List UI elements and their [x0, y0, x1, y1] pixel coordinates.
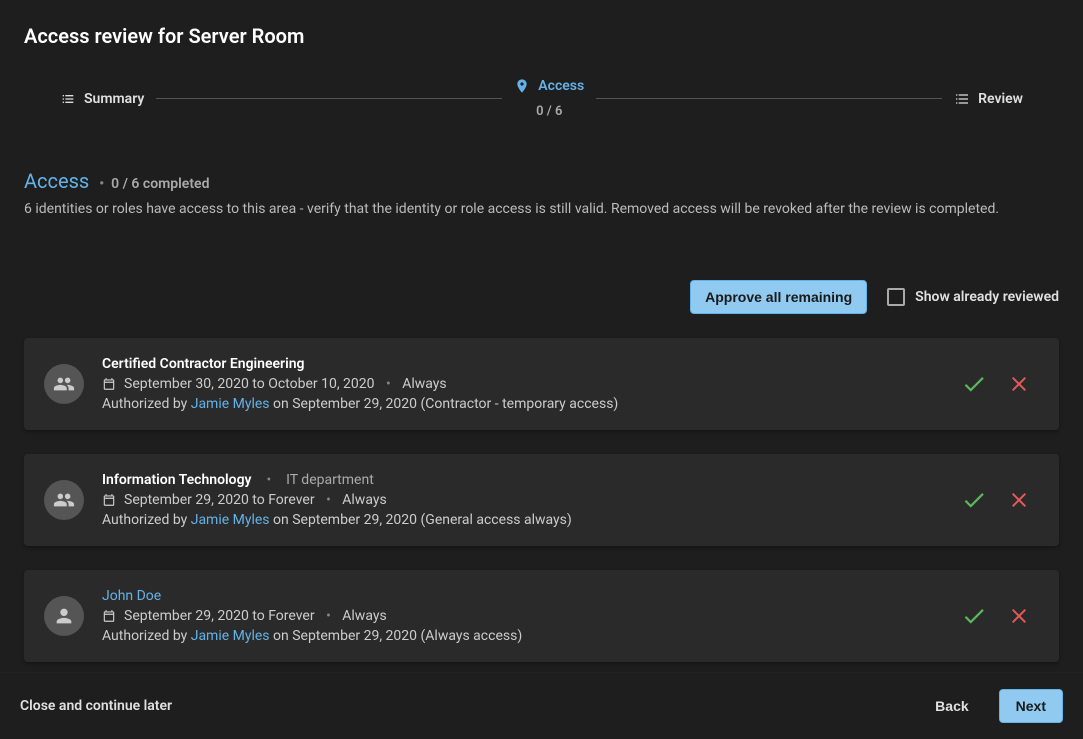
authorizer-link[interactable]: Jamie Myles — [191, 628, 270, 644]
card-date-range: September 29, 2020 to Forever — [124, 608, 315, 624]
group-icon — [44, 480, 84, 520]
close-continue-link[interactable]: Close and continue later — [20, 698, 172, 714]
next-button[interactable]: Next — [999, 689, 1063, 723]
card-authorization: Authorized by Jamie Myles on September 2… — [102, 396, 943, 412]
pin-icon — [514, 78, 530, 94]
card-date-range: September 29, 2020 to Forever — [124, 492, 315, 508]
access-card: John DoeSeptember 29, 2020 to Forever • … — [24, 570, 1059, 662]
calendar-icon — [102, 377, 116, 391]
card-title[interactable]: John Doe — [102, 588, 161, 604]
step-divider — [596, 98, 942, 99]
card-authorization: Authorized by Jamie Myles on September 2… — [102, 628, 943, 644]
checkbox-icon — [887, 288, 905, 306]
back-button[interactable]: Back — [921, 690, 982, 722]
section-description: 6 identities or roles have access to thi… — [24, 199, 1059, 220]
page-title: Access review for Server Room — [24, 24, 1059, 48]
access-card: Certified Contractor Engineering Septembe… — [24, 338, 1059, 430]
show-reviewed-label: Show already reviewed — [915, 289, 1059, 305]
step-review-label: Review — [978, 91, 1023, 107]
calendar-icon — [102, 609, 116, 623]
step-summary[interactable]: Summary — [60, 91, 144, 107]
step-summary-label: Summary — [84, 91, 144, 107]
section-subtitle: • 0 / 6 completed — [99, 176, 209, 192]
person-icon — [44, 596, 84, 636]
card-subtitle: IT department — [286, 472, 374, 488]
step-review[interactable]: Review — [954, 91, 1023, 107]
card-title: Information Technology — [102, 472, 252, 488]
approve-button[interactable] — [961, 603, 987, 629]
checklist-icon — [954, 91, 970, 107]
card-schedule: Always — [402, 376, 446, 392]
calendar-icon — [102, 493, 116, 507]
step-access-label: Access — [538, 78, 584, 94]
reject-button[interactable] — [1007, 603, 1031, 629]
show-reviewed-checkbox[interactable]: Show already reviewed — [887, 288, 1059, 306]
group-icon — [44, 364, 84, 404]
step-access[interactable]: Access — [514, 78, 584, 94]
card-schedule: Always — [342, 492, 386, 508]
approve-button[interactable] — [961, 487, 987, 513]
approve-all-button[interactable]: Approve all remaining — [690, 280, 867, 314]
card-date-range: September 30, 2020 to October 10, 2020 — [124, 376, 375, 392]
access-card: Information Technology • IT departmentSe… — [24, 454, 1059, 546]
section-title: Access — [24, 169, 89, 193]
card-authorization: Authorized by Jamie Myles on September 2… — [102, 512, 943, 528]
step-access-counter: 0 / 6 — [536, 104, 562, 119]
card-title: Certified Contractor Engineering — [102, 356, 305, 372]
authorizer-link[interactable]: Jamie Myles — [191, 512, 270, 528]
list-icon — [60, 91, 76, 107]
reject-button[interactable] — [1007, 487, 1031, 513]
approve-button[interactable] — [961, 371, 987, 397]
reject-button[interactable] — [1007, 371, 1031, 397]
card-schedule: Always — [342, 608, 386, 624]
step-divider — [156, 98, 502, 99]
authorizer-link[interactable]: Jamie Myles — [191, 396, 270, 412]
stepper: Summary Access 0 / 6 Review — [0, 48, 1083, 129]
